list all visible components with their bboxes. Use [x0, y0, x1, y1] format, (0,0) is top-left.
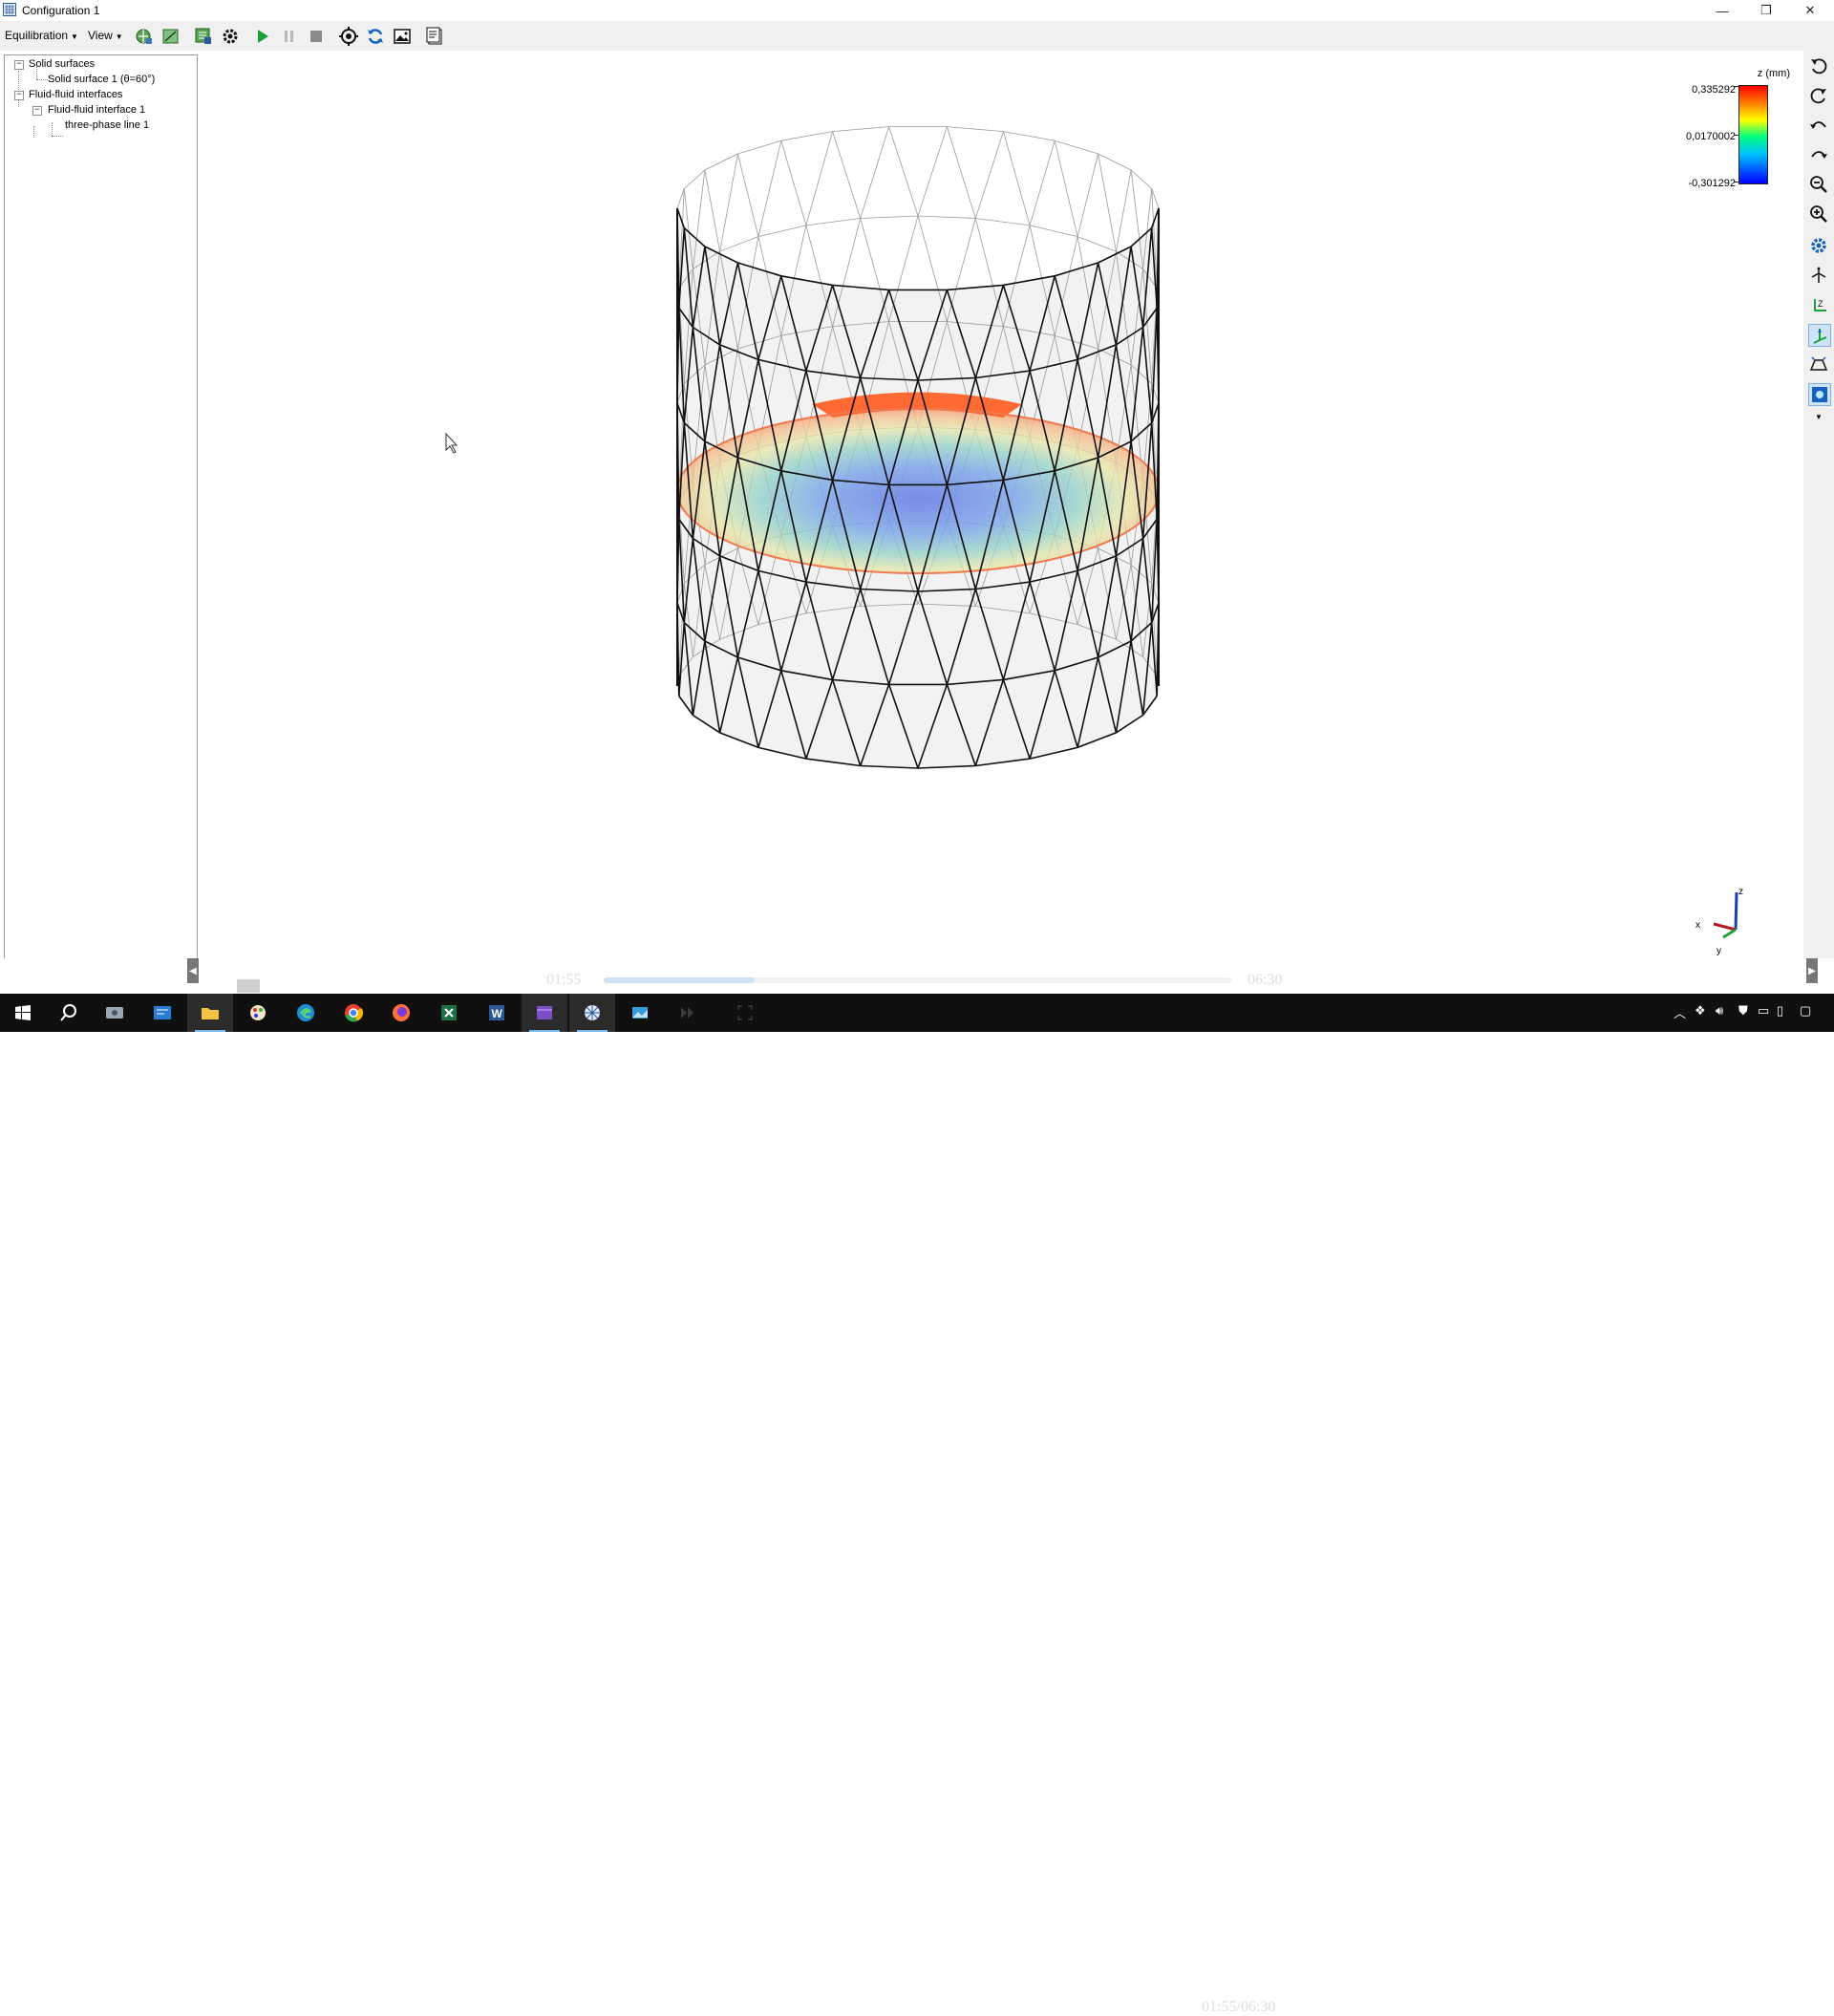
chevron-down-icon: ▼ — [71, 32, 78, 41]
legend-max-value: 0,335292 — [1692, 84, 1736, 96]
tree-item-fluid-fluid-interfaces[interactable]: Fluid-fluid interfaces — [29, 89, 122, 100]
tree-item-solid-surface-1[interactable]: Solid surface 1 (θ=60°) — [48, 74, 155, 85]
object-tree-panel: − Solid surfaces Solid surface 1 (θ=60°)… — [4, 54, 198, 960]
axis-x-label: x — [1695, 920, 1700, 931]
bottom-strip: ◀ ▶ — [0, 958, 1834, 993]
rotate-left-icon[interactable] — [1808, 55, 1829, 76]
network-icon[interactable]: ▭ — [1758, 1003, 1769, 1019]
pause-icon[interactable] — [279, 26, 300, 47]
close-icon: ✕ — [1804, 3, 1816, 17]
windows-taskbar: W 01:55/06:30 ︿ ❖ 🔊︎ ⛊ ▭ ▯ ▢ — [0, 994, 1834, 2015]
chevron-down-icon: ▼ — [115, 32, 123, 41]
photos-icon[interactable] — [617, 994, 663, 1032]
tree-expander-fluid-interface-1[interactable]: − — [32, 106, 42, 116]
view-menu[interactable]: View ▼ — [88, 29, 123, 42]
image-icon[interactable] — [392, 26, 413, 47]
close-button[interactable]: ✕ — [1788, 0, 1832, 21]
axis-view-icon[interactable] — [1808, 324, 1831, 347]
title-bar: Configuration 1 — ❐ ✕ — [0, 0, 1834, 21]
surface-evolver-icon[interactable] — [569, 994, 615, 1032]
tree-item-solid-surfaces[interactable]: Solid surfaces — [29, 58, 95, 70]
axis-z-label: z — [1738, 887, 1743, 897]
reset-view-icon[interactable] — [1808, 265, 1829, 286]
skip-next-icon[interactable] — [665, 994, 711, 1032]
rotate-right-icon[interactable] — [1808, 85, 1829, 106]
notifications-icon[interactable]: ▢ — [1800, 1003, 1811, 1019]
color-scale-bar — [1738, 85, 1768, 184]
video-seek-progress — [604, 977, 755, 983]
equilibration-menu[interactable]: Equilibration ▼ — [5, 29, 78, 42]
perspective-icon[interactable] — [1808, 354, 1829, 375]
zoom-out-icon[interactable] — [1808, 174, 1829, 195]
app-icon — [3, 3, 16, 16]
legend-min-value: -0,301292 — [1688, 178, 1736, 189]
axis-y-label: y — [1717, 946, 1721, 956]
collapse-left-icon[interactable]: ◀ — [187, 958, 199, 983]
display-icon[interactable]: ▯ — [1777, 1003, 1783, 1019]
view-toolbar: Z ▼ — [1803, 51, 1834, 987]
restore-icon: ❐ — [1760, 3, 1772, 17]
fullscreen-icon[interactable] — [722, 994, 768, 1032]
report-icon[interactable] — [424, 26, 445, 47]
zoom-in-icon[interactable] — [1808, 204, 1829, 225]
task-view-icon[interactable] — [92, 994, 138, 1032]
edit-surface-icon[interactable] — [160, 26, 181, 47]
legend-title: z (mm) — [1757, 68, 1790, 79]
axis-triad: z x y — [1695, 887, 1743, 956]
view-settings-icon[interactable] — [1808, 235, 1829, 256]
tilt-back-icon[interactable] — [1808, 115, 1829, 136]
collapse-right-icon[interactable]: ▶ — [1806, 958, 1818, 983]
more-icon[interactable]: ▼ — [1808, 406, 1829, 427]
word-icon[interactable]: W — [474, 994, 520, 1032]
chrome-icon[interactable] — [331, 994, 376, 1032]
video-total-time: 06:30 — [1248, 972, 1283, 988]
paint-icon[interactable] — [235, 994, 281, 1032]
settings-gear-icon[interactable] — [220, 26, 241, 47]
edge-icon[interactable] — [283, 994, 329, 1032]
file-explorer-icon[interactable] — [187, 994, 233, 1032]
refresh-icon[interactable] — [365, 26, 386, 47]
chevron-up-icon[interactable]: ︿ — [1674, 1003, 1686, 1021]
tree-expander-solid-surfaces[interactable]: − — [14, 60, 24, 70]
stop-icon[interactable] — [306, 26, 327, 47]
firefox-icon[interactable] — [378, 994, 424, 1032]
defender-icon[interactable]: ⛊ — [1738, 1003, 1748, 1019]
axis-z-icon[interactable]: Z — [1808, 294, 1829, 315]
search-icon[interactable] — [46, 994, 92, 1032]
snapshot-icon[interactable] — [1808, 383, 1831, 406]
3d-viewport[interactable]: z x y — [201, 51, 1803, 987]
load-geometry-icon[interactable] — [134, 26, 155, 47]
tilt-forward-icon[interactable] — [1808, 144, 1829, 165]
tree-item-three-phase-line-1[interactable]: three-phase line 1 — [65, 119, 149, 131]
cylinder-mesh-render: z x y — [445, 126, 1743, 956]
restore-button[interactable]: ❐ — [1744, 0, 1788, 21]
video-player-time: 01:55/06:30 — [1202, 1999, 1276, 2015]
svg-text:Z: Z — [1818, 299, 1823, 309]
video-current-time: 01:55 — [546, 972, 582, 988]
video-editor-icon[interactable] — [522, 994, 567, 1032]
window-title: Configuration 1 — [22, 4, 100, 17]
start-icon[interactable] — [0, 994, 46, 1032]
minimize-icon: — — [1716, 3, 1729, 18]
mouse-cursor-icon — [445, 432, 458, 454]
legend-mid-value: 0,0170002 — [1686, 131, 1736, 142]
dropbox-icon[interactable]: ❖ — [1695, 1003, 1706, 1019]
target-icon[interactable] — [338, 26, 359, 47]
tree-item-fluid-fluid-interface-1[interactable]: Fluid-fluid interface 1 — [48, 104, 145, 116]
minimize-button[interactable]: — — [1700, 0, 1744, 21]
play-icon[interactable] — [252, 26, 273, 47]
svg-text:W: W — [492, 1007, 503, 1020]
store-icon[interactable] — [139, 994, 185, 1032]
scroll-up-icon[interactable] — [237, 979, 260, 993]
export-icon[interactable] — [193, 26, 214, 47]
video-seek-bar[interactable] — [604, 977, 1232, 983]
volume-icon[interactable]: 🔊︎ — [1716, 1003, 1723, 1019]
tree-expander-fluid-interfaces[interactable]: − — [14, 91, 24, 100]
main-toolbar: Equilibration ▼ View ▼ — [0, 21, 1834, 51]
excel-icon[interactable] — [426, 994, 472, 1032]
